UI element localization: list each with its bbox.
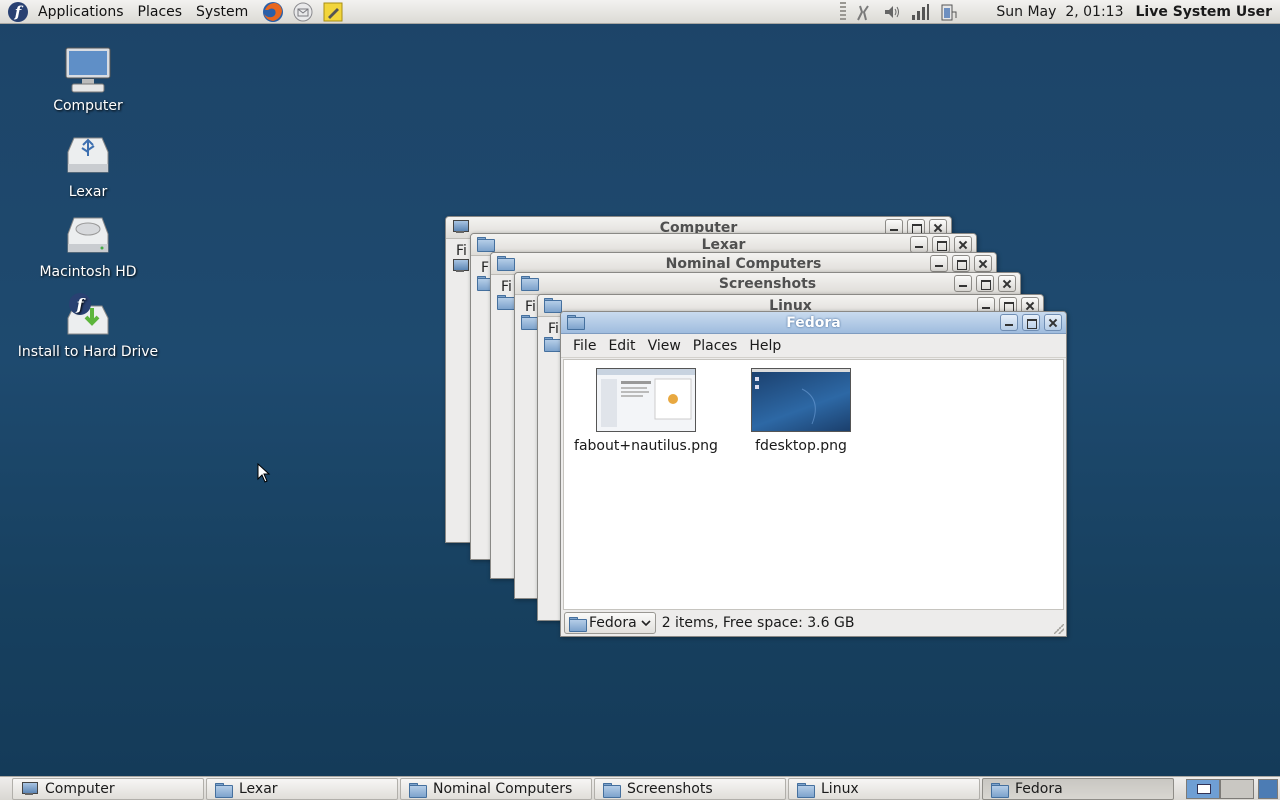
image-thumbnail <box>751 368 851 432</box>
signal-icon[interactable] <box>909 2 931 22</box>
folder-icon <box>797 782 815 798</box>
file-item[interactable]: fdesktop.png <box>726 368 876 454</box>
file-name: fdesktop.png <box>755 438 847 454</box>
view-menu[interactable]: View <box>642 338 687 354</box>
taskbar-label: Lexar <box>239 781 278 797</box>
taskbar-label: Linux <box>821 781 859 797</box>
window-title: Fedora <box>786 315 841 331</box>
window-titlebar[interactable]: Fedora <box>561 312 1066 334</box>
folder-icon <box>497 295 515 310</box>
folder-icon <box>603 782 621 798</box>
applications-menu[interactable]: Applications <box>31 0 131 24</box>
close-button[interactable] <box>998 275 1016 292</box>
close-button[interactable] <box>974 255 992 272</box>
fedora-logo-icon[interactable]: f <box>8 1 28 22</box>
panel-separator <box>840 1 847 22</box>
maximize-button[interactable] <box>976 275 994 292</box>
workspace-2[interactable] <box>1220 779 1254 799</box>
taskbar-button-lexar[interactable]: Lexar <box>206 778 398 800</box>
network-icon[interactable] <box>853 2 875 22</box>
status-text: 2 items, Free space: 3.6 GB <box>661 615 855 631</box>
volume-icon[interactable] <box>881 2 903 22</box>
taskbar-button-computer[interactable]: Computer <box>12 778 204 800</box>
desktop-icon-computer[interactable]: Computer <box>13 46 163 114</box>
edit-menu[interactable]: Edit <box>602 338 641 354</box>
workspace-1[interactable] <box>1186 779 1220 799</box>
firefox-icon[interactable] <box>261 1 285 23</box>
system-menu[interactable]: System <box>189 0 255 24</box>
taskbar-label: Nominal Computers <box>433 781 573 797</box>
chevron-down-icon <box>641 620 651 627</box>
close-button[interactable] <box>954 236 972 253</box>
taskbar-button-screenshots[interactable]: Screenshots <box>594 778 786 800</box>
folder-icon <box>991 782 1009 798</box>
folder-icon <box>521 315 539 330</box>
computer-icon <box>452 259 469 273</box>
desktop-icon-label: Lexar <box>68 184 108 200</box>
desktop-icon-label: Macintosh HD <box>39 264 137 280</box>
install-icon: f <box>64 292 112 340</box>
show-desktop-button[interactable] <box>1258 779 1278 799</box>
taskbar-label: Computer <box>45 781 115 797</box>
taskbar-button-linux[interactable]: Linux <box>788 778 980 800</box>
folder-icon <box>409 782 427 798</box>
resize-grip[interactable] <box>1054 624 1064 634</box>
places-menu[interactable]: Places <box>131 0 190 24</box>
folder-icon <box>544 337 562 352</box>
notes-icon[interactable] <box>321 1 345 23</box>
taskbar-button-fedora[interactable]: Fedora <box>982 778 1174 800</box>
top-panel: f Applications Places System Sun May 2, … <box>0 0 1280 24</box>
folder-icon <box>215 782 233 798</box>
minimize-button[interactable] <box>1000 314 1018 331</box>
file-item[interactable]: fabout+nautilus.png <box>571 368 721 454</box>
desktop-icon-lexar[interactable]: Lexar <box>13 132 163 200</box>
file-name: fabout+nautilus.png <box>574 438 718 454</box>
file-menu[interactable]: File <box>567 338 602 354</box>
user-name[interactable]: Live System User <box>1135 4 1272 20</box>
folder-icon <box>569 616 587 632</box>
bottom-panel: Computer Lexar Nominal Computers Screens… <box>0 776 1280 800</box>
battery-icon[interactable] <box>937 2 959 22</box>
mouse-cursor-icon <box>257 462 271 483</box>
window-titlebar[interactable]: Screenshots <box>515 273 1020 295</box>
taskbar-label: Fedora <box>1015 781 1063 797</box>
taskbar-label: Screenshots <box>627 781 713 797</box>
computer-icon <box>21 782 38 796</box>
maximize-button[interactable] <box>932 236 950 253</box>
desktop-icon-install[interactable]: f Install to Hard Drive <box>13 292 163 360</box>
help-menu[interactable]: Help <box>743 338 787 354</box>
window-title: Screenshots <box>718 276 817 292</box>
usb-drive-icon <box>64 132 112 180</box>
computer-icon <box>64 46 112 94</box>
minimize-button[interactable] <box>910 236 928 253</box>
menubar: File Edit View Places Help <box>561 334 1066 358</box>
hard-drive-icon <box>64 212 112 260</box>
desktop-icon-label: Computer <box>53 98 123 114</box>
image-thumbnail <box>596 368 696 432</box>
maximize-button[interactable] <box>1022 314 1040 331</box>
window-fedora[interactable]: Fedora File Edit View Places Help fabout… <box>560 311 1067 637</box>
minimize-button[interactable] <box>954 275 972 292</box>
taskbar-button-nominal-computers[interactable]: Nominal Computers <box>400 778 592 800</box>
statusbar: Fedora 2 items, Free space: 3.6 GB <box>561 610 1066 636</box>
desktop-icon-label: Install to Hard Drive <box>17 344 159 360</box>
close-button[interactable] <box>1044 314 1062 331</box>
minimize-button[interactable] <box>930 255 948 272</box>
clock[interactable]: Sun May 2, 01:13 <box>996 4 1123 20</box>
maximize-button[interactable] <box>952 255 970 272</box>
desktop-icon-macintosh-hd[interactable]: Macintosh HD <box>13 212 163 280</box>
mail-icon[interactable] <box>291 1 315 23</box>
location-dropdown[interactable]: Fedora <box>564 612 656 634</box>
file-view[interactable]: fabout+nautilus.png fdesktop.png <box>563 359 1064 610</box>
places-menu[interactable]: Places <box>687 338 744 354</box>
location-label: Fedora <box>589 615 637 631</box>
